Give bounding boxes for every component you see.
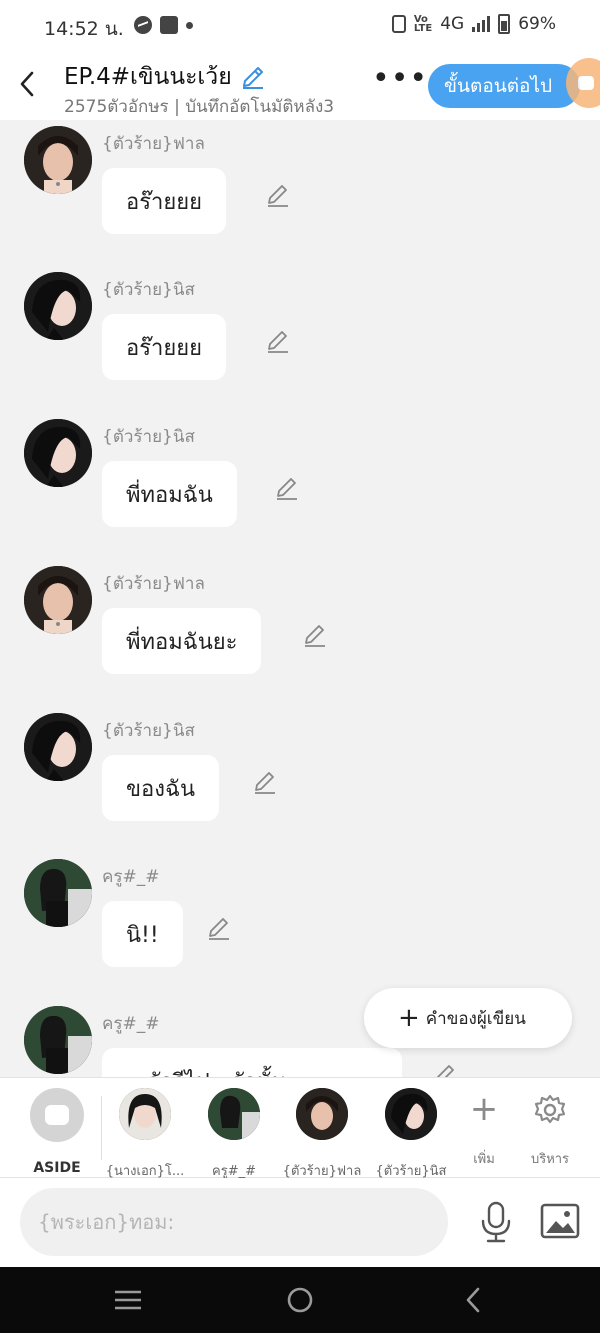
add-label: เพิ่ม <box>473 1152 495 1167</box>
character-avatar <box>296 1088 348 1140</box>
shopping-bag-icon <box>160 16 178 34</box>
edit-message-icon[interactable] <box>206 915 232 941</box>
message-bubble[interactable]: อร๊ายยย <box>102 314 227 380</box>
battery-icon <box>498 14 511 34</box>
chevron-left-icon <box>20 71 34 97</box>
aside-icon <box>30 1088 84 1142</box>
edit-message-icon[interactable] <box>302 622 328 648</box>
plus-icon: + <box>469 1089 499 1129</box>
character-item[interactable]: {นางเอก}โ... <box>100 1088 190 1179</box>
signal-icon <box>472 16 491 32</box>
vibrate-icon <box>391 15 406 33</box>
aside-button[interactable]: ASIDE <box>26 1088 88 1176</box>
speaker-name: {ตัวร้าย}นิส <box>102 280 195 300</box>
message-bubble[interactable]: อร๊ายยย <box>102 168 227 234</box>
aside-label: ASIDE <box>33 1160 81 1176</box>
message-bubble[interactable]: นิ!! <box>102 901 183 967</box>
microphone-icon[interactable] <box>476 1200 516 1244</box>
speaker-name: ครู#_# <box>102 1014 160 1034</box>
compose-bar <box>0 1178 600 1267</box>
message-bubble[interactable]: ...ลัวรีไป...ลัวนั้น... <box>102 1048 402 1077</box>
plus-icon: + <box>398 1003 420 1033</box>
writer-note-label: คำของผู้เขียน <box>425 1008 526 1029</box>
writer-note-button[interactable]: + คำของผู้เขียน <box>364 988 572 1048</box>
character-avatar <box>119 1088 171 1140</box>
speaker-avatar <box>24 419 92 487</box>
edit-message-icon[interactable] <box>265 328 291 354</box>
speaker-avatar <box>24 859 92 927</box>
character-avatar <box>385 1088 437 1140</box>
system-nav-bar <box>0 1267 600 1333</box>
more-options-button[interactable]: ••• <box>372 64 428 94</box>
episode-title-text: EP.4#เขินนะเว้ย <box>64 64 232 90</box>
edit-message-icon[interactable] <box>432 1062 458 1077</box>
status-bar: 14:52 น. Vo LTE 4G 69% <box>0 0 600 50</box>
chat-message: {ตัวร้าย}ฟาล อร๊ายยย <box>0 120 600 266</box>
recent-apps-icon[interactable] <box>112 1284 144 1316</box>
message-bubble[interactable]: พี่ทอมฉันยะ <box>102 608 262 674</box>
back-nav-icon[interactable] <box>458 1284 490 1316</box>
episode-title[interactable]: EP.4#เขินนะเว้ย <box>64 59 266 95</box>
manage-characters-button[interactable]: บริหาร <box>520 1092 580 1172</box>
battery-percent: 69% <box>518 14 556 34</box>
status-time: 14:52 น. <box>44 18 124 40</box>
speaker-name: {ตัวร้าย}ฟาล <box>102 134 205 154</box>
speaker-avatar <box>24 566 92 634</box>
message-bubble[interactable]: พี่ทอมฉัน <box>102 461 237 527</box>
network-type: 4G <box>440 14 465 34</box>
speaker-name: ครู#_# <box>102 867 160 887</box>
chat-list[interactable]: {ตัวร้าย}ฟาล อร๊ายยย {ตัวร้าย}นิส อร๊ายย… <box>0 120 600 1077</box>
chat-message: ครู#_# นิ!! <box>0 853 600 999</box>
editor-header: EP.4#เขินนะเว้ย 2575ตัวอักษร | บันทึกอัต… <box>0 50 600 120</box>
edit-message-icon[interactable] <box>252 769 278 795</box>
more-notifications-icon <box>186 21 193 29</box>
message-bubble[interactable]: ของฉัน <box>102 755 220 821</box>
character-item[interactable]: {ตัวร้าย}นิส <box>366 1088 456 1179</box>
edit-message-icon[interactable] <box>265 182 291 208</box>
chat-message: {ตัวร้าย}นิส อร๊ายยย <box>0 266 600 412</box>
volte-icon: Vo LTE <box>413 14 433 34</box>
speaker-avatar <box>24 713 92 781</box>
chat-message: {ตัวร้าย}นิส พี่ทอมฉัน <box>0 413 600 559</box>
next-step-button[interactable]: ขั้นตอนต่อไป <box>428 64 580 108</box>
chat-message: {ตัวร้าย}นิส ของฉัน <box>0 707 600 853</box>
speaker-name: {ตัวร้าย}ฟาล <box>102 574 205 594</box>
message-input[interactable] <box>20 1188 448 1256</box>
speaker-avatar <box>24 126 92 194</box>
character-bar: ASIDE {นางเอก}โ... ครู#_# {ตัวร้าย}ฟาล {… <box>0 1077 600 1179</box>
system-icons: Vo LTE 4G 69% <box>391 14 556 34</box>
add-character-button[interactable]: + เพิ่ม <box>454 1092 514 1172</box>
notification-icons <box>134 16 193 34</box>
manage-label: บริหาร <box>530 1152 570 1167</box>
gear-icon <box>534 1094 566 1124</box>
home-icon[interactable] <box>284 1284 316 1316</box>
edit-message-icon[interactable] <box>274 475 300 501</box>
character-avatar <box>208 1088 260 1140</box>
back-button[interactable] <box>12 66 42 102</box>
chat-message: {ตัวร้าย}ฟาล พี่ทอมฉันยะ <box>0 560 600 706</box>
speaker-name: {ตัวร้าย}นิส <box>102 427 195 447</box>
messenger-icon <box>134 16 152 34</box>
character-item[interactable]: ครู#_# <box>189 1088 279 1179</box>
speaker-name: {ตัวร้าย}นิส <box>102 721 195 741</box>
character-item[interactable]: {ตัวร้าย}ฟาล <box>277 1088 367 1179</box>
edit-title-icon[interactable] <box>240 64 266 90</box>
image-icon[interactable] <box>540 1202 580 1240</box>
character-count: 2575ตัวอักษร | บันทึกอัตโนมัติหลัง3 <box>64 97 335 117</box>
speaker-avatar <box>24 272 92 340</box>
speaker-avatar <box>24 1006 92 1074</box>
